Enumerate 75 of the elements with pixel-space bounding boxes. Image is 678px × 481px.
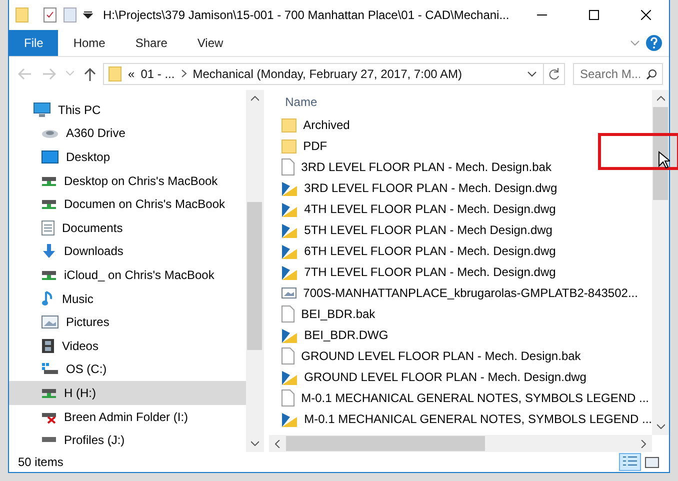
computer-icon	[33, 102, 51, 118]
file-item[interactable]: 4TH LEVEL FLOOR PLAN - Mech. Design.dwg	[279, 198, 652, 219]
close-icon	[641, 10, 651, 20]
system-drive-icon	[41, 362, 59, 376]
blank-file-icon	[281, 346, 296, 364]
nav-item[interactable]: Music	[9, 286, 246, 310]
details-view-icon[interactable]	[619, 453, 641, 471]
image-file-icon	[281, 286, 298, 300]
file-item[interactable]: M-0.1 MECHANICAL GENERAL NOTES, SYMBOLS LEGEND ...	[279, 387, 652, 408]
scroll-down-icon[interactable]	[250, 441, 259, 446]
maximize-icon	[589, 10, 599, 20]
scroll-thumb[interactable]	[286, 436, 485, 451]
breadcrumb[interactable]: 01 - ...	[140, 66, 175, 80]
desktop-icon	[41, 150, 59, 164]
file-item[interactable]: 3RD LEVEL FLOOR PLAN - Mech. Design.dwg	[279, 177, 652, 198]
blank-file-icon	[281, 304, 296, 322]
nav-item[interactable]: iCloud_ on Chris's MacBook	[9, 263, 246, 287]
scroll-up-icon[interactable]	[250, 96, 259, 101]
file-item[interactable]: 6TH LEVEL FLOOR PLAN - Mech. Design.dwg	[279, 240, 652, 261]
file-item[interactable]: 5TH LEVEL FLOOR PLAN - Mech Design.dwg	[279, 219, 652, 240]
file-item[interactable]: 3RD LEVEL FLOOR PLAN - Mech. Design.bak	[279, 156, 652, 177]
properties-icon	[43, 7, 57, 23]
file-item[interactable]: GROUND LEVEL FLOOR PLAN - Mech. Design.dwg	[279, 366, 652, 387]
file-item[interactable]: GROUND LEVEL FLOOR PLAN - Mech. Design.bak	[279, 345, 652, 366]
nav-item[interactable]: H (H:)	[9, 381, 246, 405]
nav-item[interactable]: Videos	[9, 334, 246, 358]
search-icon	[646, 68, 657, 80]
folder-icon	[108, 66, 122, 82]
file-item[interactable]: Archived	[279, 114, 652, 135]
nav-item[interactable]: Breen Admin Folder (I:)	[9, 404, 246, 428]
horizontal-scrollbar[interactable]	[269, 435, 652, 452]
file-item[interactable]: 7TH LEVEL FLOOR PLAN - Mech. Design.dwg	[279, 261, 652, 282]
nav-item[interactable]: This PC	[9, 98, 246, 122]
item-count: 50 items	[18, 455, 64, 469]
music-note-icon	[41, 290, 55, 307]
download-arrow-icon	[41, 243, 57, 260]
window-title: H:\Projects\379 Jamison\15-001 - 700 Manhattan Place\01 - CAD\Mechani...	[103, 8, 510, 22]
nav-item[interactable]: Downloads	[9, 240, 246, 264]
document-icon	[41, 220, 55, 236]
network-drive-icon	[41, 197, 57, 212]
breadcrumb[interactable]: Mechanical (Monday, February 27, 2017, 7:00 AM)	[192, 66, 462, 80]
blank-file-icon	[281, 388, 296, 406]
file-tab[interactable]: File	[9, 30, 58, 56]
search-field[interactable]: Search M...	[573, 62, 663, 84]
file-item[interactable]: 700S-MANHATTANPLACE_kbrugarolas-GMPLATB2-843502...	[279, 282, 652, 303]
scroll-down-icon[interactable]	[656, 424, 664, 429]
file-item[interactable]: BEI_BDR.DWG	[279, 324, 652, 345]
scroll-right-icon[interactable]	[641, 440, 646, 448]
nav-item[interactable]: OS (C:)	[9, 358, 246, 382]
nav-item[interactable]: Documen on Chris's MacBook	[9, 192, 246, 216]
nav-item[interactable]: Profiles (J:)	[9, 428, 246, 452]
folder-icon	[281, 116, 298, 132]
nav-item[interactable]: Pictures	[9, 310, 246, 334]
chevron-icon	[180, 69, 187, 78]
folder-icon	[15, 7, 29, 23]
breadcrumb-overflow[interactable]: «	[128, 66, 135, 80]
folder-icon	[281, 138, 298, 154]
blank-file-icon	[281, 158, 296, 176]
new-folder-icon	[63, 7, 77, 23]
nav-item[interactable]: A360 Drive	[9, 122, 246, 146]
dropdown-caret-icon	[527, 70, 537, 76]
file-item[interactable]: BEI_BDR.bak	[279, 303, 652, 324]
scroll-up-icon[interactable]	[656, 96, 664, 101]
nav-item[interactable]: Desktop	[9, 145, 246, 169]
nav-item[interactable]: Desktop on Chris's MacBook	[9, 168, 246, 192]
file-item[interactable]: M-0.1 MECHANICAL GENERAL NOTES, SYMBOLS LEGEND ...	[279, 408, 652, 429]
caret-icon	[83, 11, 93, 19]
nav-item[interactable]: Documents	[9, 216, 246, 240]
film-strip-icon	[41, 338, 55, 354]
picture-icon	[41, 315, 59, 330]
address-bar[interactable]: « 01 - ... Mechanical (Monday, February 27, 2017, 7:00 AM)	[103, 62, 565, 84]
scroll-left-icon[interactable]	[275, 440, 280, 448]
column-header[interactable]: Name	[279, 90, 652, 114]
file-item[interactable]: PDF	[279, 135, 652, 156]
scroll-thumb[interactable]	[247, 202, 262, 350]
